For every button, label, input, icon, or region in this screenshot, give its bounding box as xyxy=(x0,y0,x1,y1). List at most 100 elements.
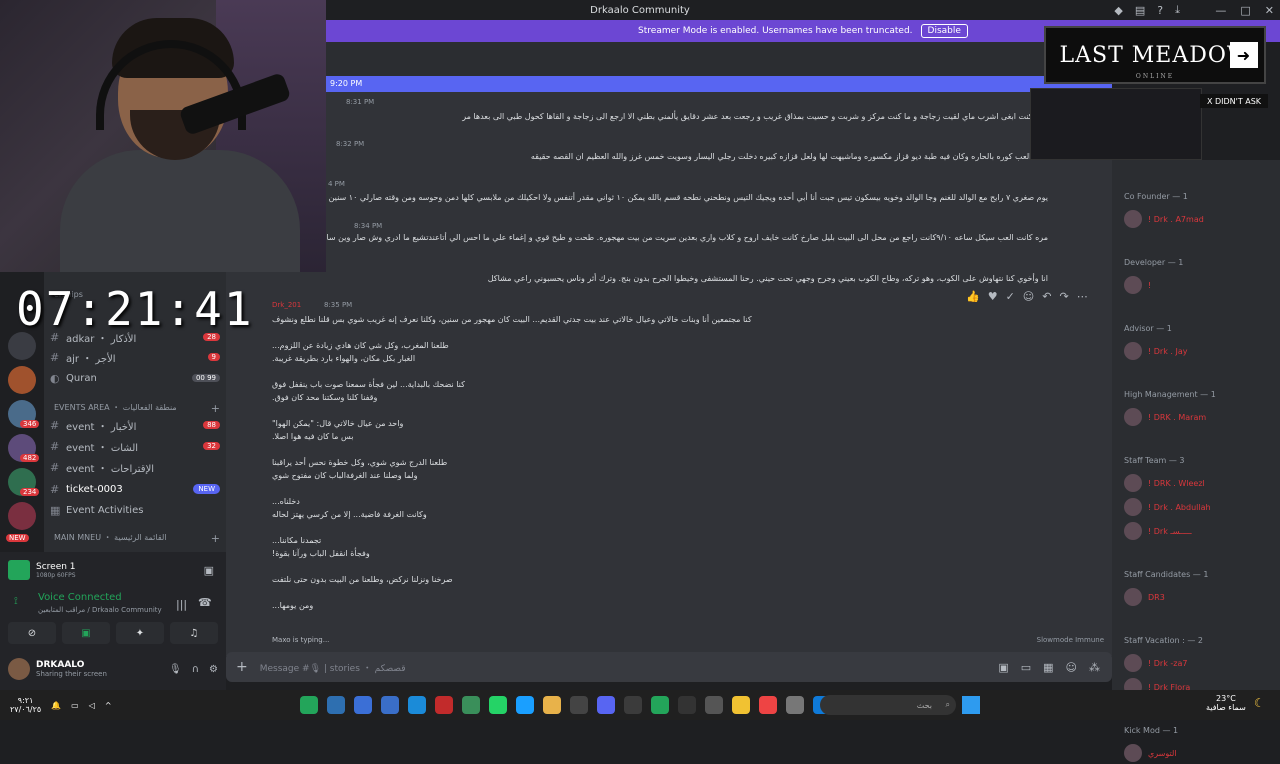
emoji-picker-icon[interactable]: ☺ xyxy=(1066,661,1077,674)
gift-icon[interactable]: ▣ xyxy=(998,661,1008,674)
avatar xyxy=(1124,654,1142,672)
channel-item[interactable]: # event ・ الشات 32 xyxy=(50,437,220,455)
maximize-icon[interactable]: □ xyxy=(1240,4,1250,17)
microphone-icon[interactable]: 🎙 xyxy=(169,664,182,675)
volume-icon[interactable]: ◁ xyxy=(89,701,95,710)
headphones-icon[interactable]: ∩ xyxy=(192,664,199,675)
activities-button[interactable]: ✦ xyxy=(116,622,164,644)
app-icon[interactable] xyxy=(354,696,372,714)
app-icon[interactable] xyxy=(570,696,588,714)
telegram-icon[interactable] xyxy=(408,696,426,714)
app-icon[interactable] xyxy=(381,696,399,714)
minimize-icon[interactable]: — xyxy=(1215,4,1226,17)
forward-icon[interactable]: ↷ xyxy=(1059,290,1068,303)
taskbar-search[interactable]: بحث ⌕ xyxy=(820,695,956,715)
voice-channel[interactable]: مراقب المتابعين / Drkaalo Community xyxy=(38,606,162,614)
server-badge: 346 xyxy=(20,420,40,428)
gif-icon[interactable]: ▭ xyxy=(1021,661,1031,674)
avatar[interactable] xyxy=(8,658,30,680)
nitro-icon[interactable]: ◆ xyxy=(1114,4,1122,17)
member-item[interactable]: ! Drk . Abdullah xyxy=(1124,496,1274,518)
sticker-icon[interactable]: ▦ xyxy=(1043,661,1053,674)
channel-item[interactable]: # event ・ الإقتراحات xyxy=(50,458,220,476)
app-icon[interactable] xyxy=(624,696,642,714)
whatsapp-icon[interactable] xyxy=(489,696,507,714)
close-icon[interactable]: ✕ xyxy=(1265,4,1274,17)
battery-icon[interactable]: ▭ xyxy=(71,701,79,710)
category-header[interactable]: MAIN MNEU ・ القائمة الرئيسية + xyxy=(54,532,220,545)
app-icon[interactable] xyxy=(435,696,453,714)
hash-icon: # xyxy=(50,482,60,496)
add-channel-icon[interactable]: + xyxy=(211,532,220,545)
inbox-icon[interactable]: ▤ xyxy=(1135,4,1145,17)
server-icon[interactable] xyxy=(8,366,36,394)
member-item[interactable]: ! Drk ـــــسـ xyxy=(1124,520,1274,542)
apps-icon[interactable]: ⁂ xyxy=(1089,661,1100,674)
message-time: 4 PM xyxy=(328,180,345,188)
message-time: 8:34 PM xyxy=(354,222,383,230)
channel-item[interactable]: # ticket-0003 NEW xyxy=(50,480,220,498)
member-item[interactable]: DR3 xyxy=(1124,586,1274,608)
channel-label: event ・ الأخبار xyxy=(66,421,137,433)
discord-icon[interactable] xyxy=(597,696,615,714)
folder-icon[interactable] xyxy=(732,696,750,714)
add-channel-icon[interactable]: + xyxy=(211,402,220,415)
app-icon[interactable] xyxy=(678,696,696,714)
disconnect-icon[interactable]: ☎ xyxy=(198,596,212,609)
bell-icon[interactable]: 🔔 xyxy=(51,701,61,710)
member-name: ! Drk . A7mad xyxy=(1148,214,1204,224)
weather-widget[interactable]: 23°C سماء صافية xyxy=(1206,694,1246,712)
heart-icon[interactable]: ♥ xyxy=(988,290,998,303)
gear-icon[interactable]: ⚙ xyxy=(209,664,218,675)
download-icon[interactable]: ⤓ xyxy=(1175,3,1180,17)
popout-icon[interactable]: ▣ xyxy=(204,564,214,577)
more-icon[interactable]: ⋯ xyxy=(1077,290,1088,303)
app-icon[interactable] xyxy=(759,696,777,714)
channel-item[interactable]: # ajr ・ الأجر 9 xyxy=(50,348,220,366)
check-icon[interactable]: ✓ xyxy=(1006,290,1015,303)
disable-button[interactable]: Disable xyxy=(920,24,968,38)
channel-item[interactable]: ▦ Event Activities xyxy=(50,501,220,519)
new-messages-marker[interactable]: 9:20 PM xyxy=(326,76,1112,92)
member-item[interactable]: ! DRK . Wleezl xyxy=(1124,472,1274,494)
server-icon[interactable] xyxy=(8,332,36,360)
app-icon[interactable] xyxy=(300,696,318,714)
member-item[interactable]: ! Drk -za7 xyxy=(1124,652,1274,674)
app-icon[interactable] xyxy=(516,696,534,714)
start-icon[interactable] xyxy=(962,696,980,714)
chrome-icon[interactable] xyxy=(543,696,561,714)
server-badge: NEW xyxy=(6,534,29,542)
member-item[interactable]: ! Drk . Jay xyxy=(1124,340,1274,362)
avatar xyxy=(1124,210,1142,228)
attach-icon[interactable]: + xyxy=(236,659,248,675)
noise-icon[interactable]: ||| xyxy=(176,598,187,611)
thumbs-up-icon[interactable]: 👍 xyxy=(966,290,980,303)
camera-off-button[interactable]: ⊘ xyxy=(8,622,56,644)
screen-share-button[interactable]: ▣ xyxy=(62,622,110,644)
reply-icon[interactable]: ↶ xyxy=(1042,290,1051,303)
member-item[interactable]: ! Drk . A7mad xyxy=(1124,208,1274,230)
app-icon[interactable] xyxy=(786,696,804,714)
member-item[interactable]: ! DRK . Maram xyxy=(1124,406,1274,428)
channel-item[interactable]: # event ・ الأخبار 88 xyxy=(50,416,220,434)
soundboard-button[interactable]: ♫ xyxy=(170,622,218,644)
post-author[interactable]: Drk_201 xyxy=(272,301,301,309)
emoji-icon[interactable]: ☺ xyxy=(1023,290,1034,303)
screen-share-row[interactable]: Screen 1 1080p 60FPS ▣ xyxy=(8,558,214,582)
category-header[interactable]: EVENTS AREA ・ منطقة الفعاليات + xyxy=(54,402,220,415)
chevron-up-icon[interactable]: ^ xyxy=(105,701,112,710)
help-icon[interactable]: ? xyxy=(1157,4,1163,17)
app-icon[interactable] xyxy=(462,696,480,714)
app-icon[interactable] xyxy=(651,696,669,714)
message-input[interactable]: Message #🎙 | stories ・ قصصكم xyxy=(260,661,406,674)
member-item[interactable]: ! xyxy=(1124,274,1274,296)
message-input-bar: + Message #🎙 | stories ・ قصصكم ▣ ▭ ▦ ☺ ⁂ xyxy=(226,652,1112,682)
app-icon[interactable] xyxy=(705,696,723,714)
app-icon[interactable] xyxy=(327,696,345,714)
channel-item[interactable]: ◐ Quran 00 99 xyxy=(50,369,220,387)
member-name: ! DRK . Maram xyxy=(1148,412,1207,422)
avatar xyxy=(1124,276,1142,294)
voice-status[interactable]: Voice Connected xyxy=(38,592,122,603)
member-item[interactable]: التوسري xyxy=(1124,742,1274,764)
server-icon[interactable] xyxy=(8,502,36,530)
